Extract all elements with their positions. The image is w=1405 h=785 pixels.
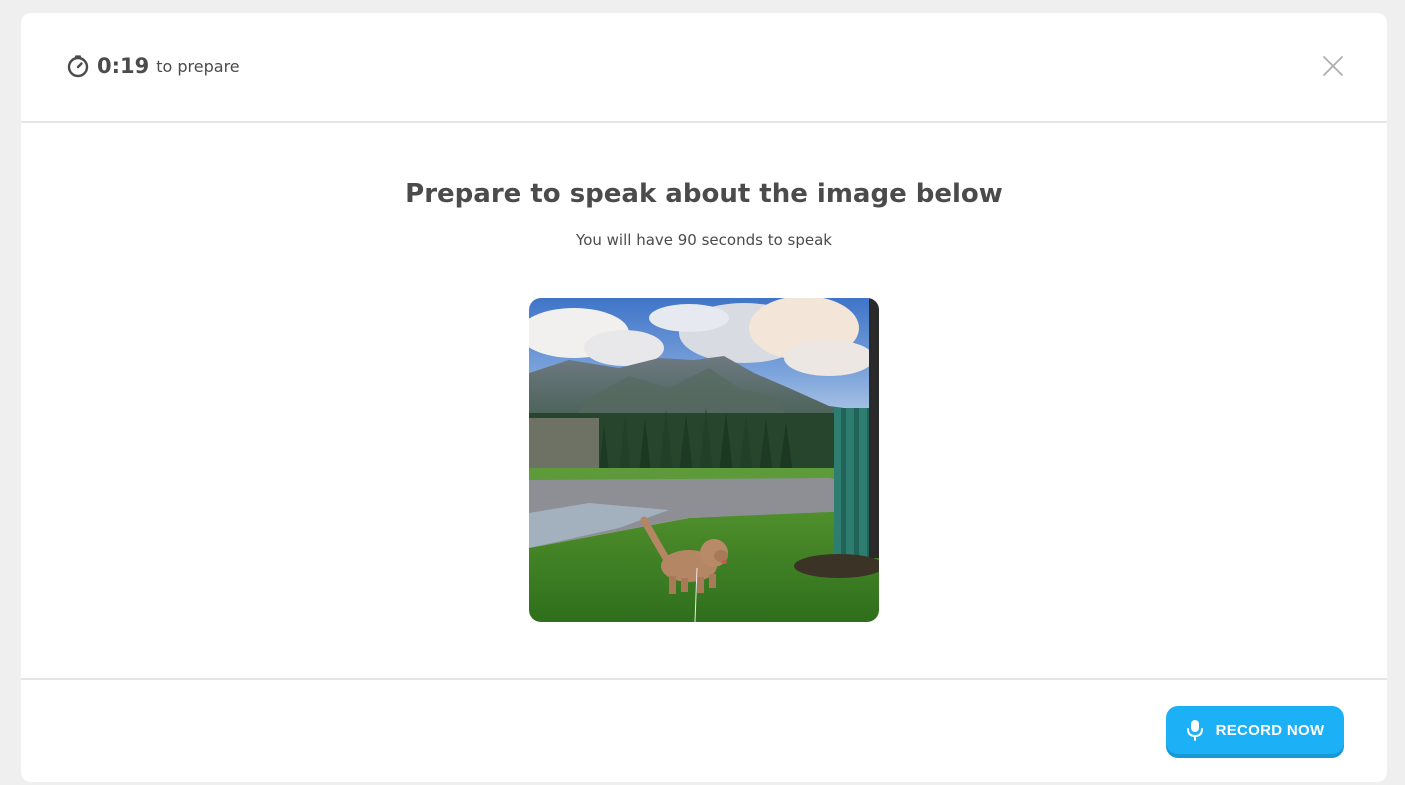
prompt-title: Prepare to speak about the image below (405, 179, 1003, 209)
prompt-card: 0:19 to prepare Prepare to speak about t… (21, 13, 1387, 782)
timer-value: 0:19 (97, 54, 150, 78)
card-header: 0:19 to prepare (21, 13, 1387, 123)
close-icon[interactable] (1321, 54, 1345, 78)
prompt-subtitle: You will have 90 seconds to speak (576, 231, 832, 249)
card-footer: RECORD NOW (21, 678, 1387, 784)
prompt-image (529, 298, 879, 622)
microphone-icon (1186, 720, 1203, 741)
timer-label: to prepare (156, 56, 240, 76)
stopwatch-icon (67, 55, 89, 78)
prompt-body: Prepare to speak about the image below Y… (21, 123, 1387, 678)
record-now-label: RECORD NOW (1215, 721, 1325, 739)
prepare-timer: 0:19 to prepare (66, 51, 240, 81)
record-now-button[interactable]: RECORD NOW (1166, 706, 1344, 754)
